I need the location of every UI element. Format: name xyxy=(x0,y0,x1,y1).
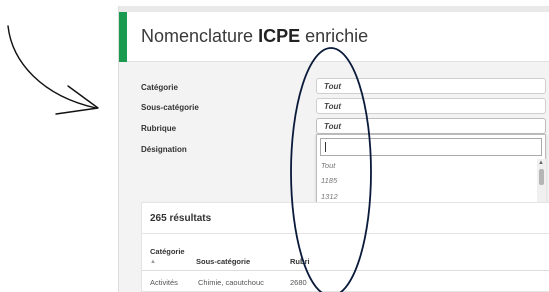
sort-ascending-icon[interactable]: ▲ xyxy=(150,259,156,265)
dropdown-option[interactable]: Tout xyxy=(317,159,537,171)
hand-drawn-arrow-shaft xyxy=(7,25,97,109)
app-window: Nomenclature ICPE enrichie Catégorie Sou… xyxy=(118,6,549,292)
page-header: Nomenclature ICPE enrichie xyxy=(119,12,549,62)
page-title: Nomenclature ICPE enrichie xyxy=(141,26,368,47)
column-header-subcategory[interactable]: Sous-catégorie xyxy=(196,257,250,266)
dropdown-search-input[interactable] xyxy=(320,138,542,156)
page-title-prefix: Nomenclature xyxy=(141,26,254,46)
category-label: Catégorie xyxy=(141,83,178,92)
dropdown-option[interactable]: 1185 xyxy=(317,174,537,186)
category-select[interactable]: Tout xyxy=(316,78,546,94)
subcategory-label: Sous-catégorie xyxy=(141,103,199,112)
designation-label: Désignation xyxy=(141,145,187,154)
table-cell-category: Activités xyxy=(150,278,178,287)
column-header-rubrique[interactable]: Rubri xyxy=(290,257,310,266)
text-cursor xyxy=(325,142,326,152)
subcategory-select[interactable]: Tout xyxy=(316,98,546,114)
scroll-up-arrow-icon[interactable]: ▲ xyxy=(538,160,544,166)
table-header-divider xyxy=(142,270,549,271)
scrollbar-thumb[interactable] xyxy=(539,169,544,185)
table-cell-subcategory: Chimie, caoutchouc xyxy=(198,278,264,287)
rubrique-label: Rubrique xyxy=(141,124,177,133)
results-count: 265 résultats xyxy=(150,213,212,224)
page-title-suffix: enrichie xyxy=(305,26,369,46)
header-accent-bar xyxy=(119,12,127,62)
annotated-screenshot: Nomenclature ICPE enrichie Catégorie Sou… xyxy=(0,0,549,292)
page-title-emphasis: ICPE xyxy=(258,26,301,46)
results-panel: 265 résultats Catégorie ▲ Sous-catégorie… xyxy=(141,202,549,292)
rubrique-select[interactable]: Tout xyxy=(316,118,546,134)
results-divider xyxy=(142,233,549,234)
dropdown-option[interactable]: 1312 xyxy=(317,190,537,202)
column-header-category[interactable]: Catégorie xyxy=(150,247,185,256)
hand-drawn-arrow-head xyxy=(55,85,99,115)
table-cell-rubrique: 2680 xyxy=(290,278,307,287)
